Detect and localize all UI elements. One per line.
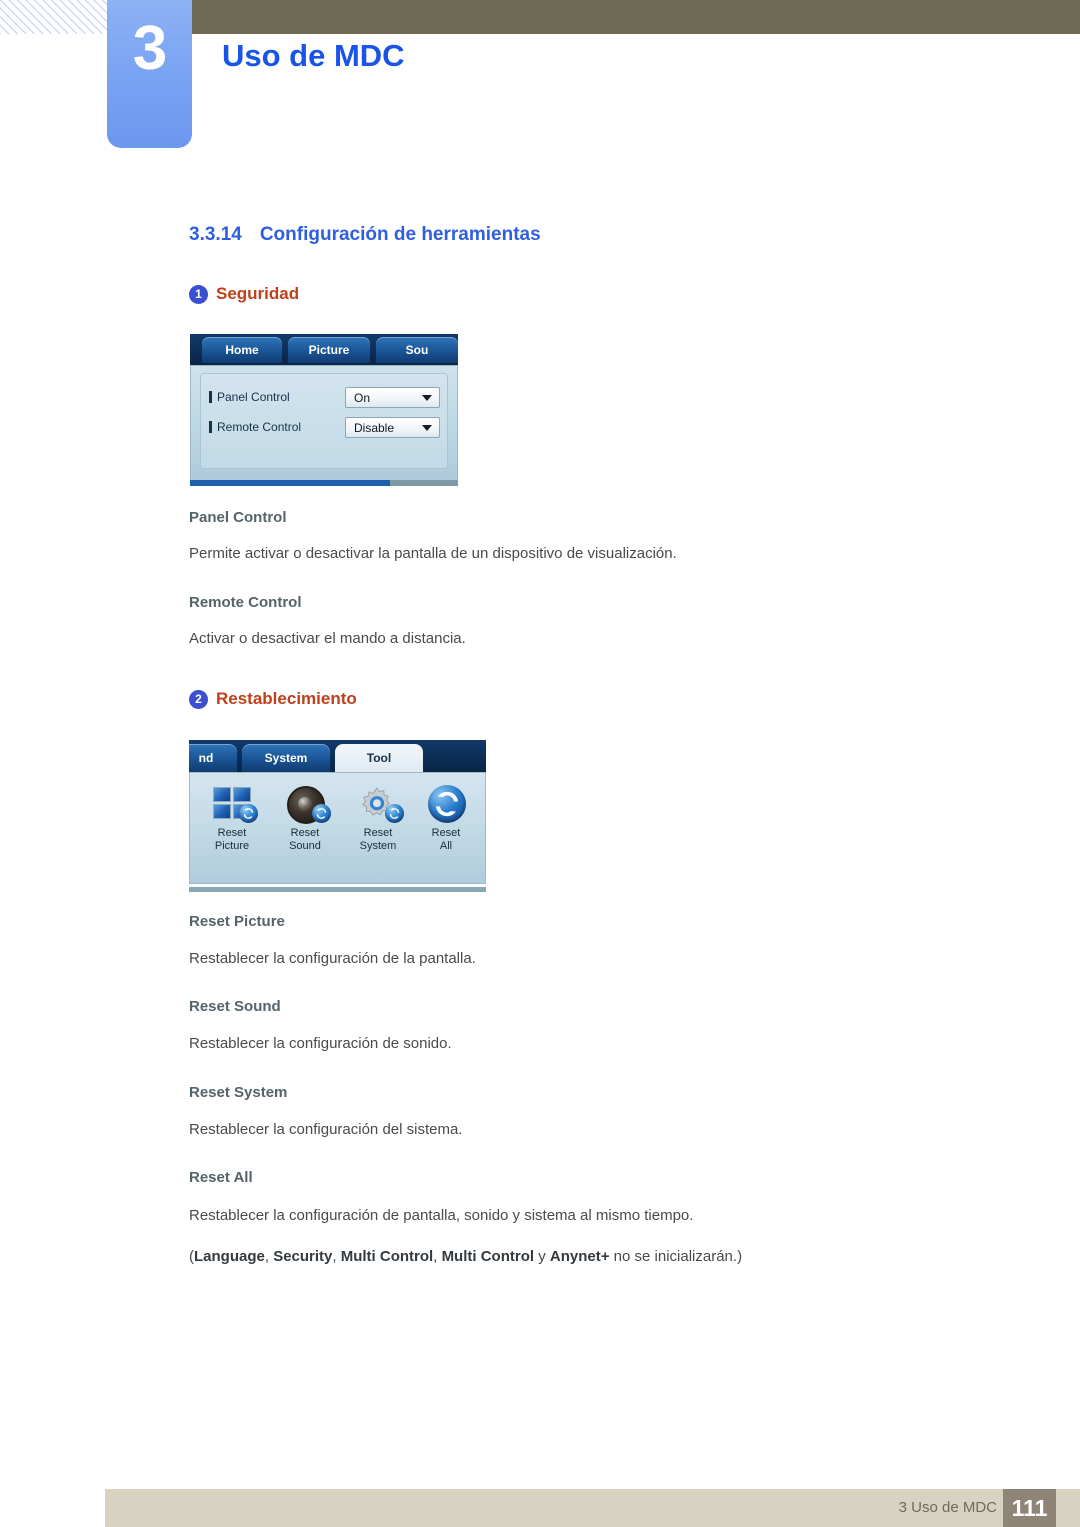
bullet-icon [209,421,212,433]
refresh-icon [412,781,480,825]
bullet-icon [209,391,212,403]
refresh-badge-icon [312,804,331,823]
note-sep-3: , [433,1248,442,1265]
description-remote-control: Activar o desactivar el mando a distanci… [189,630,466,647]
mdc-tool-bottom-strip [189,887,486,892]
mdc-tool-screenshot: nd System Tool Reset Picture Reset Sound… [189,740,486,892]
term-reset-system: Reset System [189,1084,288,1101]
header-olive-bar [192,0,1080,34]
note-term-multi-control-1: Multi Control [340,1248,434,1265]
tool-item-reset-sound[interactable]: Reset Sound [271,781,339,853]
subsection-restablecimiento: 2 Restablecimiento [189,689,357,709]
description-reset-picture: Restablecer la configuración de la panta… [189,950,476,967]
mdc-select-panel-control[interactable]: On [345,387,440,408]
chapter-tab: 3 [107,0,192,148]
section-number: 3.3.14 [189,224,242,245]
caption-line-1: Reset [363,827,393,839]
caption-line-1: Reset [217,827,247,839]
note-sep-4: y [534,1248,550,1265]
subsection-label-seguridad: Seguridad [216,284,300,303]
grid-icon [198,781,266,825]
footer-chapter-text: 3 Uso de MDC [898,1499,997,1516]
note-tail: no se inicializarán.) [609,1248,743,1265]
mdc-tool-panel: Reset Picture Reset Sound Reset System R… [189,772,486,884]
mdc-tab-tool[interactable]: Tool [335,744,423,772]
mdc-tab-home[interactable]: Home [202,337,282,363]
page-footer: 3 Uso de MDC 111 [105,1489,1080,1527]
caption-line-1: Reset [290,827,320,839]
subsection-label-restablecimiento: Restablecimiento [216,689,357,708]
note-term-multi-control-2: Multi Control [441,1248,535,1265]
tool-item-reset-system[interactable]: Reset System [344,781,412,853]
number-badge-1: 1 [189,284,208,304]
mdc-panel-inner: Panel Control On Remote Control Disable [200,373,448,469]
caption-line-2: System [359,840,397,852]
note-sep-2: , [332,1248,341,1265]
chapter-title: Uso de MDC [222,38,405,73]
mdc-security-screenshot: Home Picture Sou Panel Control On Remote… [190,334,458,486]
page-header: 3 Uso de MDC [0,0,1080,160]
caption-line-2: All [439,840,453,852]
page-number: 111 [1003,1489,1056,1527]
mdc-tab-bar: Home Picture Sou [190,334,458,365]
mdc-row-remote-control: Remote Control [209,416,301,438]
refresh-glyph-icon [316,808,327,819]
refresh-badge-icon [385,804,404,823]
mdc-tab-sound[interactable]: Sou [376,337,458,363]
mdc-tab-sound-partial[interactable]: nd [189,744,237,772]
speaker-icon [271,781,339,825]
note-term-security: Security [273,1248,333,1265]
mdc-select-remote-control[interactable]: Disable [345,417,440,438]
subsection-seguridad: 1 Seguridad [189,284,299,304]
mdc-security-panel: Panel Control On Remote Control Disable [190,365,458,483]
section-title: Configuración de herramientas [259,224,541,245]
tool-item-reset-picture[interactable]: Reset Picture [198,781,266,853]
chevron-down-icon [422,394,432,401]
tool-caption-reset-sound: Reset Sound [271,827,339,853]
mdc-select-value-panel-control: On [354,390,371,405]
refresh-badge-icon [239,804,258,823]
hatch-decoration [0,0,107,34]
tool-item-reset-all[interactable]: Reset All [412,781,480,853]
gear-icon [344,781,412,825]
term-remote-control: Remote Control [189,594,302,611]
description-reset-all: Restablecer la configuración de pantalla… [189,1207,694,1224]
number-badge-2: 2 [189,689,208,709]
mdc-select-value-remote-control: Disable [354,420,395,435]
tool-caption-reset-all: Reset All [412,827,480,853]
chevron-down-icon [422,424,432,431]
description-reset-system: Restablecer la configuración del sistema… [189,1121,463,1138]
note-sep-1: , [264,1248,274,1265]
refresh-glyph-icon [389,808,400,819]
note-term-language: Language [194,1248,265,1265]
refresh-glyph-icon [435,791,459,817]
chapter-number: 3 [132,14,167,83]
mdc-label-remote-control: Remote Control [217,420,302,434]
caption-line-1: Reset [431,827,461,839]
reset-all-note: (Language, Security, Multi Control, Mult… [189,1248,742,1265]
tool-caption-reset-picture: Reset Picture [198,827,266,853]
page-title: 3.3.14 Configuración de herramientas [189,224,541,246]
mdc-tool-tab-bar: nd System Tool [189,740,486,772]
description-panel-control: Permite activar o desactivar la pantalla… [189,545,677,562]
mdc-tab-picture[interactable]: Picture [288,337,370,363]
description-reset-sound: Restablecer la configuración de sonido. [189,1035,452,1052]
refresh-glyph-icon [243,808,254,819]
term-reset-all: Reset All [189,1169,253,1186]
mdc-label-panel-control: Panel Control [217,390,290,404]
note-term-anynet: Anynet+ [549,1248,610,1265]
tool-caption-reset-system: Reset System [344,827,412,853]
mdc-bottom-strip-fill [190,480,390,486]
term-reset-sound: Reset Sound [189,998,281,1015]
term-panel-control: Panel Control [189,509,287,526]
caption-line-2: Picture [214,840,250,852]
mdc-row-panel-control: Panel Control [209,386,290,408]
caption-line-2: Sound [289,840,321,852]
term-reset-picture: Reset Picture [189,913,285,930]
mdc-bottom-strip [190,480,458,486]
mdc-tab-system[interactable]: System [242,744,330,772]
